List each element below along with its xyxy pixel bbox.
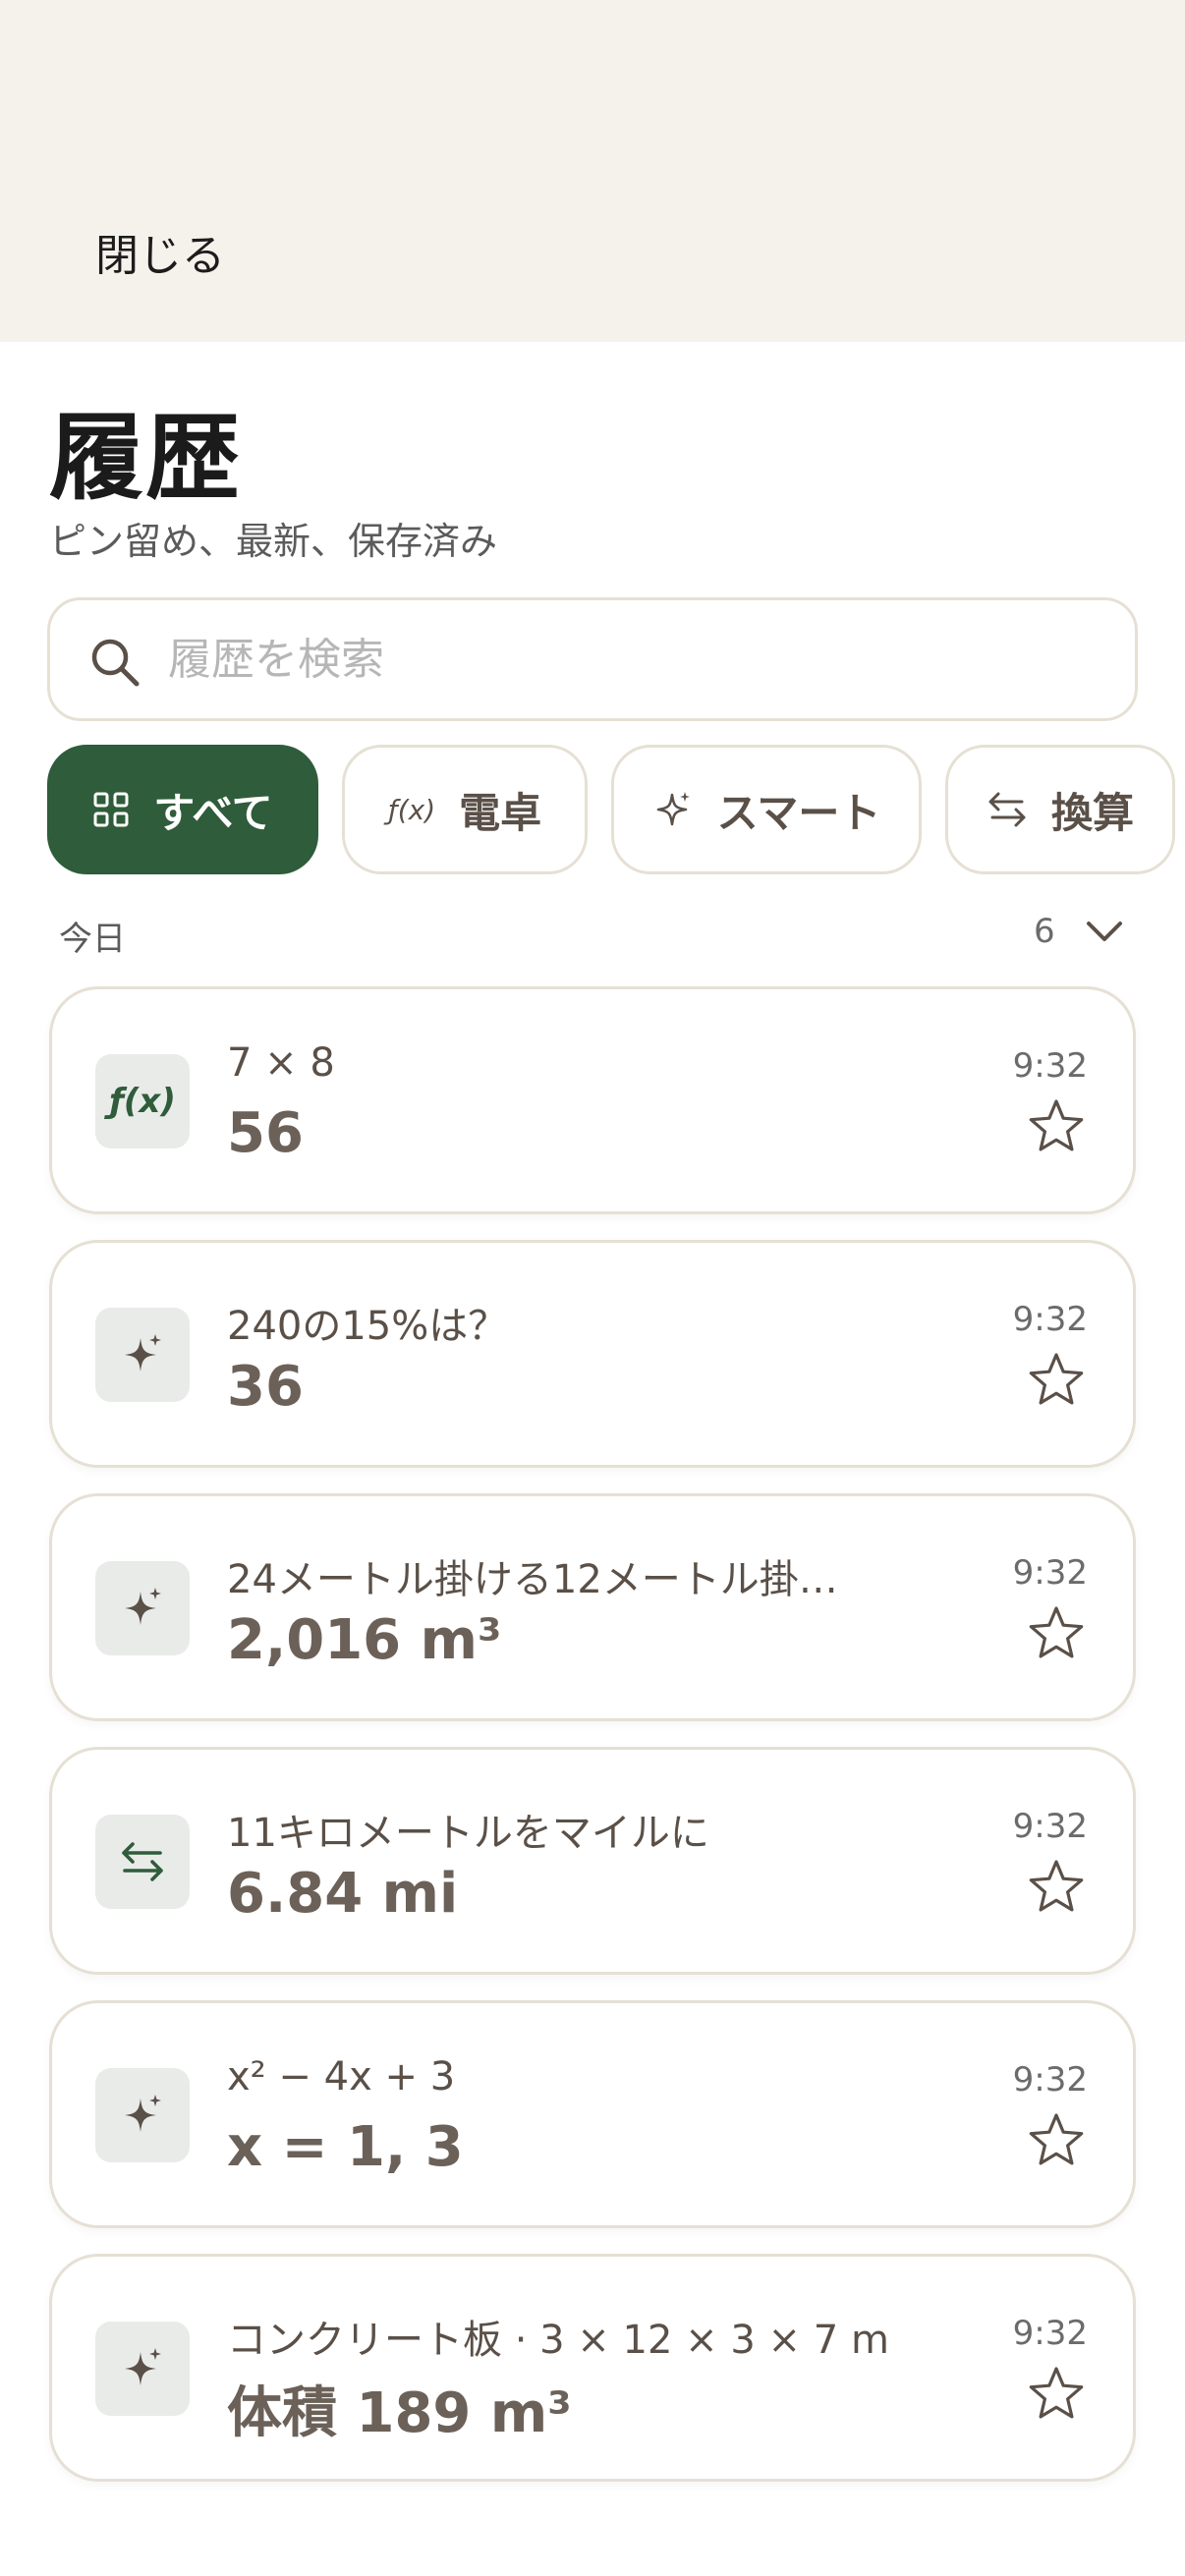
history-result: 56 (227, 1101, 304, 1165)
filter-convert[interactable]: 換算 (945, 745, 1175, 874)
history-time: 9:32 (1012, 2060, 1088, 2100)
history-result: 2,016 m³ (227, 1608, 502, 1672)
grid-icon (93, 792, 129, 827)
history-time: 9:32 (1012, 1807, 1088, 1846)
sparkle-icon (125, 2095, 161, 2132)
star-icon[interactable] (1027, 1604, 1086, 1661)
filter-smart[interactable]: スマート (611, 745, 922, 874)
sparkle-icon (125, 1334, 161, 1372)
history-expression: コンクリート板 · 3 × 12 × 3 × 7 m (227, 2318, 889, 2363)
filter-all[interactable]: すべて (47, 745, 318, 874)
page-subtitle: ピン留め、最新、保存済み (49, 520, 498, 563)
history-result: x = 1, 3 (227, 2115, 464, 2179)
history-expression: 240の15%は？ (227, 1304, 508, 1349)
search-input[interactable] (168, 620, 1111, 699)
history-result: 体積 189 m³ (227, 2381, 572, 2445)
history-item[interactable]: コンクリート板 · 3 × 12 × 3 × 7 m 体積 189 m³ 9:3… (49, 2254, 1136, 2482)
history-time: 9:32 (1012, 1300, 1088, 1339)
search-icon (91, 639, 140, 687)
filter-calculator[interactable]: ƒ(x) 電卓 (342, 745, 588, 874)
history-result: 6.84 mi (227, 1862, 459, 1926)
close-button[interactable]: 閉じる (95, 220, 225, 283)
filter-smart-label: スマート (716, 788, 881, 837)
star-icon[interactable] (1027, 2111, 1086, 2168)
search-box[interactable] (47, 597, 1138, 721)
star-icon[interactable] (1027, 1097, 1086, 1154)
history-time: 9:32 (1012, 1046, 1088, 1086)
filter-calculator-label: 電卓 (459, 788, 542, 837)
filter-convert-label: 換算 (1050, 788, 1134, 837)
sparkle-icon (656, 792, 690, 826)
history-item[interactable]: x² − 4x + 3 x = 1, 3 9:32 (49, 2000, 1136, 2228)
sparkle-icon (125, 2348, 161, 2385)
page-title: 履歴 (49, 403, 242, 513)
chevron-down-icon[interactable] (1083, 916, 1126, 947)
history-time: 9:32 (1012, 1553, 1088, 1593)
history-expression: 11キロメートルをマイルに (227, 1811, 709, 1856)
history-expression: 7 × 8 (227, 1040, 335, 1086)
top-bar: 閉じる (0, 0, 1185, 342)
section-count: 6 (1034, 912, 1055, 951)
fx-icon: ƒ(x) (387, 793, 436, 826)
history-item[interactable]: 240の15%は？ 36 9:32 (49, 1240, 1136, 1468)
star-icon[interactable] (1027, 2365, 1086, 2422)
section-label: 今日 (59, 920, 126, 959)
history-item[interactable]: 11キロメートルをマイルに 6.84 mi 9:32 (49, 1747, 1136, 1975)
history-time: 9:32 (1012, 2314, 1088, 2353)
history-expression: 24メートル掛ける12メートル掛… (227, 1557, 838, 1602)
history-result: 36 (227, 1355, 304, 1419)
sparkle-icon (125, 1588, 161, 1625)
swap-arrows-icon (988, 792, 1026, 827)
star-icon[interactable] (1027, 1351, 1086, 1408)
filter-all-label: すべて (153, 788, 273, 837)
star-icon[interactable] (1027, 1858, 1086, 1915)
history-expression: x² − 4x + 3 (227, 2054, 456, 2100)
history-item[interactable]: ƒ(x) 7 × 8 56 9:32 (49, 986, 1136, 1214)
history-item[interactable]: 24メートル掛ける12メートル掛… 2,016 m³ 9:32 (49, 1493, 1136, 1721)
fx-icon: ƒ(x) (109, 1082, 176, 1121)
swap-arrows-icon (122, 1842, 163, 1881)
